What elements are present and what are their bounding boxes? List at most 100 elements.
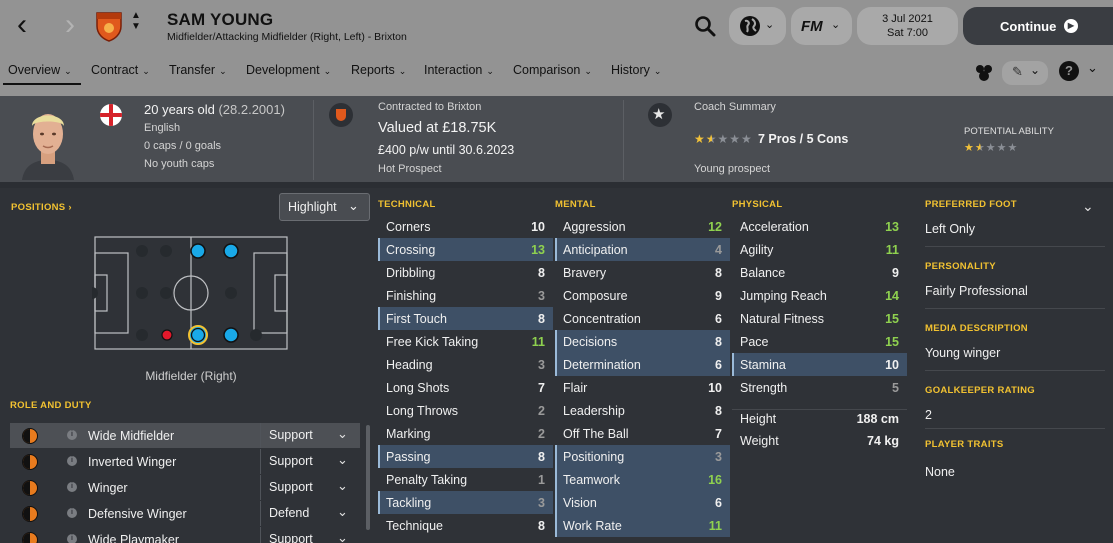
player-nationality: English [144,122,181,134]
attribute-row[interactable]: Decisions 8 [555,330,730,353]
attribute-row[interactable]: Strength 5 [732,376,907,399]
attribute-row[interactable]: Long Shots 7 [378,376,553,399]
attribute-row[interactable]: Penalty Taking 1 [378,468,553,491]
player-status: Hot Prospect [378,163,442,175]
highlight-dropdown[interactable]: Highlight ⌄ [279,193,370,221]
attribute-row[interactable]: Flair 10 [555,376,730,399]
info-icon[interactable]: i [67,482,77,492]
attribute-row[interactable]: Marking 2 [378,422,553,445]
role-suitability-icon [22,506,38,522]
role-duty-heading: ROLE AND DUTY [10,400,92,411]
attribute-row[interactable]: Finishing 3 [378,284,553,307]
fm-menu-button[interactable]: FM ⌄ [791,7,852,45]
current-date: 3 Jul 2021 [882,13,933,25]
attribute-row[interactable]: Acceleration 13 [732,215,907,238]
attribute-row[interactable]: Bravery 8 [555,261,730,284]
role-row[interactable]: i Inverted Winger Support ⌄ [10,449,360,474]
tab-contract[interactable]: Contract ⌄ [91,63,150,77]
role-row[interactable]: i Wide Playmaker Support ⌄ [10,527,360,543]
info-icon[interactable]: i [67,534,77,543]
attribute-row[interactable]: Dribbling 8 [378,261,553,284]
attribute-row[interactable]: Anticipation 4 [555,238,730,261]
club-crest-icon[interactable] [94,10,124,42]
duty-dropdown[interactable]: Support ⌄ [260,423,360,448]
info-icon[interactable]: i [67,508,77,518]
positions-heading[interactable]: POSITIONS › [11,202,72,213]
attribute-row[interactable]: Technique 8 [378,514,553,537]
role-list-scrollbar[interactable] [366,425,370,530]
role-row[interactable]: i Defensive Winger Defend ⌄ [10,501,360,526]
attribute-row[interactable]: Heading 3 [378,353,553,376]
attribute-value: 8 [538,519,545,533]
club-badge-icon[interactable] [329,103,353,127]
attribute-row[interactable]: First Touch 8 [378,307,553,330]
duty-dropdown[interactable]: Support ⌄ [260,475,360,500]
crest-switch-icon[interactable]: ▲ ▼ [130,10,142,32]
squad-icon[interactable] [972,62,996,84]
attribute-name: Pace [740,335,769,349]
player-overview-panel: POSITIONS › Highlight ⌄ Midfielder (Righ [0,188,1113,543]
tab-history[interactable]: History ⌄ [611,63,661,77]
world-menu-button[interactable]: ⌄ [729,7,786,45]
natural-position-marker [223,243,239,259]
chevron-down-icon[interactable]: ⌄ [1082,198,1094,215]
attribute-row[interactable]: Crossing 13 [378,238,553,261]
attribute-row[interactable]: Stamina 10 [732,353,907,376]
tab-reports[interactable]: Reports ⌄ [351,63,406,77]
chevron-down-icon: ⌄ [584,66,592,76]
attribute-row[interactable]: Free Kick Taking 11 [378,330,553,353]
attribute-row[interactable]: Composure 9 [555,284,730,307]
tab-interaction[interactable]: Interaction ⌄ [424,63,494,77]
duty-dropdown[interactable]: Support ⌄ [260,527,360,543]
duty-dropdown[interactable]: Defend ⌄ [260,501,360,526]
continue-button[interactable]: Continue ▶ [963,7,1113,45]
role-row[interactable]: i Winger Support ⌄ [10,475,360,500]
media-description-heading: MEDIA DESCRIPTION [925,323,1028,334]
tab-development[interactable]: Development ⌄ [246,63,331,77]
forward-arrow-icon[interactable]: › [56,10,84,42]
attribute-row[interactable]: Tackling 3 [378,491,553,514]
tab-label: Overview [8,63,61,77]
tab-overview[interactable]: Overview ⌄ [8,63,72,77]
role-row[interactable]: i Wide Midfielder Support ⌄ [10,423,360,448]
attribute-row[interactable]: Concentration 6 [555,307,730,330]
edit-menu-button[interactable]: ✎ ⌄ [1002,61,1048,85]
attribute-row[interactable]: Aggression 12 [555,215,730,238]
chevron-down-icon[interactable]: ⌄ [1087,60,1098,76]
attribute-value: 9 [715,289,722,303]
continue-arrow-icon: ▶ [1064,19,1078,33]
tab-comparison[interactable]: Comparison ⌄ [513,63,592,77]
attribute-row[interactable]: Teamwork 16 [555,468,730,491]
attribute-row[interactable]: Leadership 8 [555,399,730,422]
help-icon[interactable]: ? [1059,61,1079,81]
chevron-down-icon: ⌄ [323,66,332,76]
star-icon[interactable]: ★ [648,103,672,127]
attribute-row[interactable]: Long Throws 2 [378,399,553,422]
back-arrow-icon[interactable]: ‹ [8,10,36,42]
attribute-row[interactable]: Positioning 3 [555,445,730,468]
search-icon[interactable] [693,14,717,38]
attribute-row[interactable]: Agility 11 [732,238,907,261]
attribute-row[interactable]: Vision 6 [555,491,730,514]
attribute-row[interactable]: Pace 15 [732,330,907,353]
divider [623,100,624,180]
attribute-name: Long Shots [386,381,450,395]
tab-transfer[interactable]: Transfer ⌄ [169,63,227,77]
duty-dropdown[interactable]: Support ⌄ [260,449,360,474]
info-icon[interactable]: i [67,456,77,466]
attribute-row[interactable]: Work Rate 11 [555,514,730,537]
attribute-row[interactable]: Passing 8 [378,445,553,468]
attribute-row[interactable]: Off The Ball 7 [555,422,730,445]
attribute-name: Passing [386,450,431,464]
info-icon[interactable]: i [67,430,77,440]
attribute-value: 2 [538,427,545,441]
goalkeeper-rating-value: 2 [925,408,932,422]
game-date[interactable]: 3 Jul 2021 Sat 7:00 [857,7,958,45]
attribute-row[interactable]: Corners 10 [378,215,553,238]
role-suitability-icon [22,480,38,496]
attribute-row[interactable]: Jumping Reach 14 [732,284,907,307]
attribute-row[interactable]: Natural Fitness 15 [732,307,907,330]
attribute-row[interactable]: Balance 9 [732,261,907,284]
attribute-row[interactable]: Determination 6 [555,353,730,376]
divider [925,308,1105,309]
